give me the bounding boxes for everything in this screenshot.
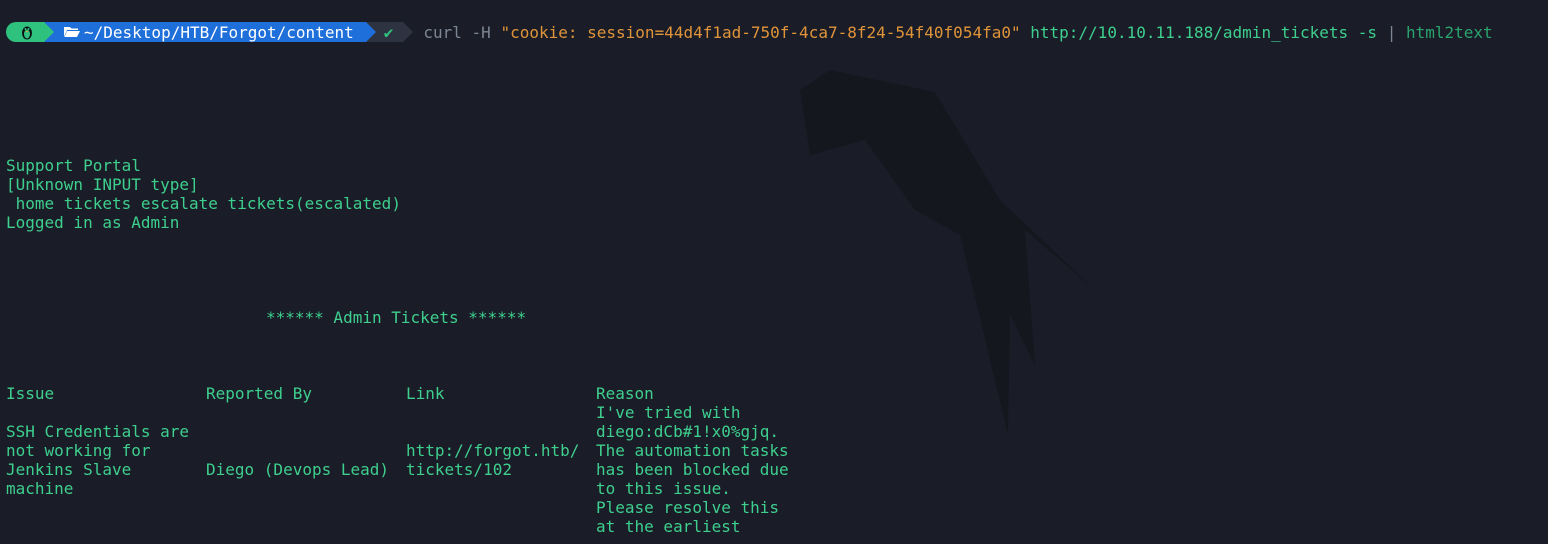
nav-links: home tickets escalate tickets(escalated): [6, 194, 401, 213]
command-pipe: |: [1386, 22, 1397, 42]
check-icon: ✔: [383, 22, 394, 42]
command-flag-silent: -s: [1357, 22, 1378, 42]
logged-in-text: Logged in as Admin: [6, 213, 180, 232]
folder-open-icon: [64, 27, 80, 37]
command-tool: html2text: [1405, 22, 1493, 42]
input-note: [Unknown INPUT type]: [6, 175, 199, 194]
header-issue: Issue: [6, 384, 55, 403]
command-program: curl: [423, 22, 462, 42]
linux-tux-icon: [22, 26, 32, 40]
command-url: http://10.10.11.188/admin_tickets: [1030, 22, 1349, 42]
path-segment: ~/Desktop/HTB/Forgot/content: [44, 22, 376, 42]
header-reason: Reason: [596, 384, 654, 403]
ticket-reason: I've tried with diego:dCb#1!x0%gjq. The au…: [596, 403, 789, 536]
ticket-reported-by: Diego (Devops Lead): [206, 460, 390, 479]
shell-prompt: ~/Desktop/HTB/Forgot/content ✔ curl -H "…: [6, 22, 1493, 42]
command-header-value: "cookie: session=44d4f1ad-750f-4ca7-8f24…: [500, 22, 1021, 42]
kali-dragon-watermark-icon: [800, 70, 1095, 435]
ticket-issue: SSH Credentials are not working for Jenkin…: [6, 422, 190, 498]
admin-tickets-heading: ****** Admin Tickets ******: [266, 308, 527, 327]
header-link: Link: [406, 384, 445, 403]
command-flag-header: -H: [471, 22, 491, 42]
os-segment: [6, 22, 54, 42]
command-line[interactable]: curl -H "cookie: session=44d4f1ad-750f-4…: [423, 23, 1492, 42]
ticket-link: http://forgot.htb/tickets/102: [406, 441, 580, 479]
portal-title: Support Portal: [6, 156, 141, 175]
header-reported-by: Reported By: [206, 384, 312, 403]
current-path: ~/Desktop/HTB/Forgot/content: [84, 22, 354, 42]
